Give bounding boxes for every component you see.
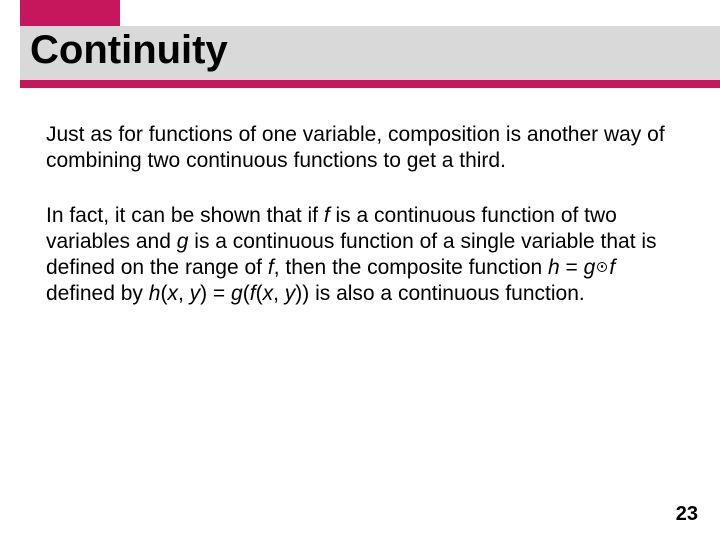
- paragraph-1: Just as for functions of one variable, c…: [46, 122, 674, 175]
- content-area: Just as for functions of one variable, c…: [0, 92, 720, 308]
- page-title: Continuity: [30, 28, 228, 72]
- var-y: y: [190, 282, 201, 305]
- text: ,: [273, 282, 285, 305]
- var-x: x: [263, 282, 274, 305]
- text: ,: [178, 282, 190, 305]
- text: (: [243, 282, 250, 305]
- text: ) =: [200, 282, 231, 305]
- compose-icon: [597, 262, 607, 272]
- var-g: g: [584, 256, 596, 279]
- var-x: x: [167, 282, 178, 305]
- text: defined by: [46, 282, 149, 305]
- accent-box: [20, 0, 120, 26]
- page-number: 23: [676, 503, 698, 526]
- paragraph-2: In fact, it can be shown that if f is a …: [46, 203, 674, 308]
- var-f: f: [609, 256, 615, 279]
- var-h: h: [149, 282, 161, 305]
- text: )) is also a continuous function.: [295, 282, 585, 305]
- title-underline: [20, 80, 720, 88]
- var-y: y: [285, 282, 296, 305]
- text: , then the composite function: [274, 256, 548, 279]
- text: In fact, it can be shown that if: [46, 204, 324, 227]
- text: =: [560, 256, 584, 279]
- title-block: Continuity: [0, 0, 720, 92]
- text: (: [256, 282, 263, 305]
- var-g: g: [177, 230, 189, 253]
- var-h: h: [548, 256, 560, 279]
- var-g: g: [231, 282, 243, 305]
